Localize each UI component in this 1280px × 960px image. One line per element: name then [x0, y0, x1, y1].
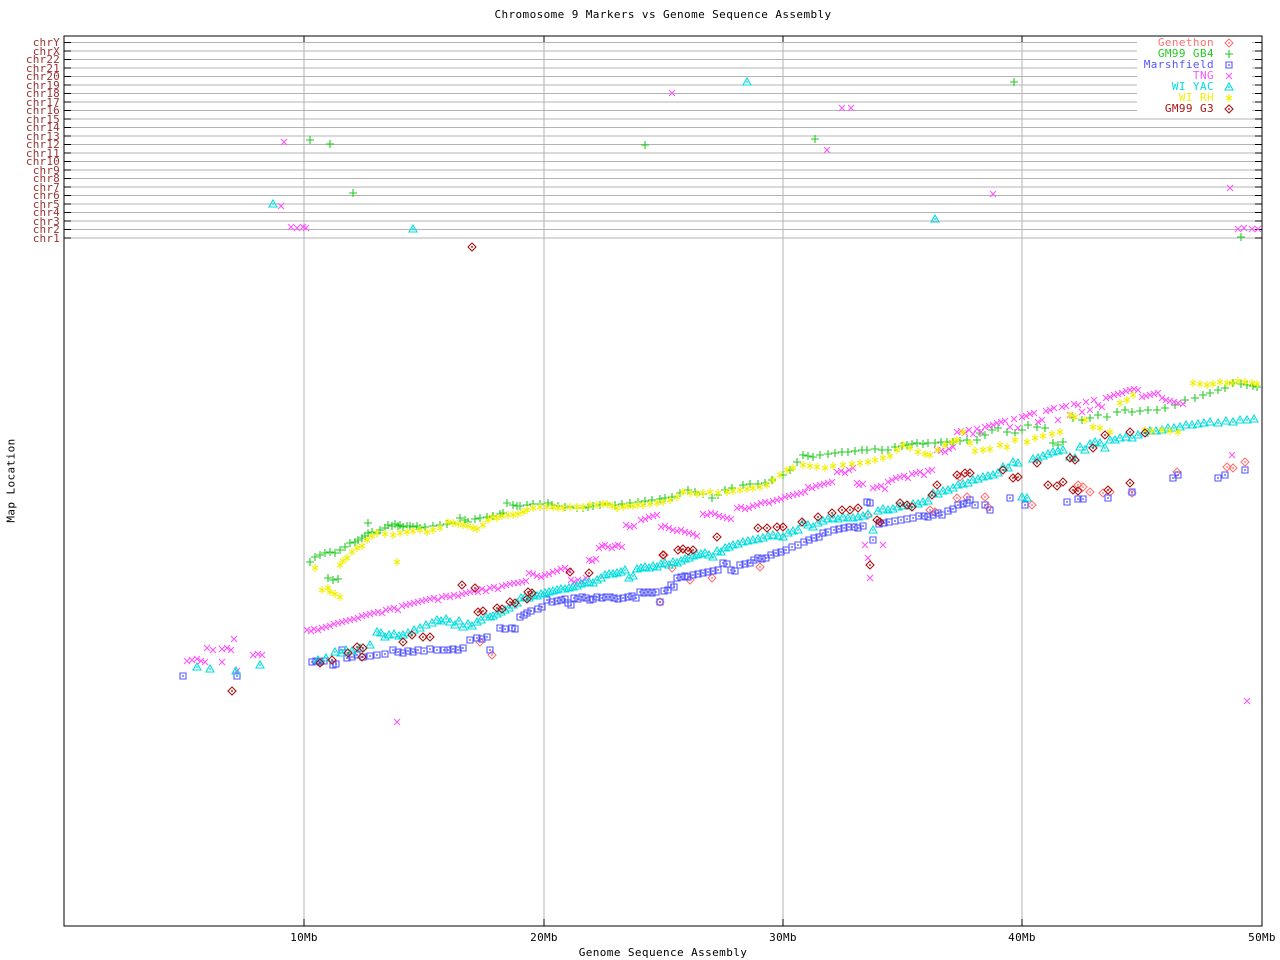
ytick-label-chr1: chr1 [0, 234, 60, 243]
series-Genethon [476, 458, 1249, 659]
xtick-label-50Mb: 50Mb [1232, 931, 1280, 944]
legend-label: GM99 G3 [1165, 102, 1214, 115]
xtick-label-20Mb: 20Mb [514, 931, 574, 944]
chart-canvas: Chromosome 9 Markers vs Genome Sequence … [0, 0, 1280, 960]
plot-area [0, 0, 1280, 960]
series-WI-RH [312, 377, 1260, 601]
legend: GenethonGM99 GB4MarshfieldTNGWI YACWI RH… [1144, 37, 1244, 114]
series-WI-YAC [193, 78, 1258, 674]
xtick-label-40Mb: 40Mb [992, 931, 1052, 944]
legend-row-GM99-G3: GM99 G3 [1144, 103, 1244, 114]
legend-diamond-dot-icon [1214, 103, 1244, 115]
series-Marshfield [180, 467, 1248, 679]
xtick-label-10Mb: 10Mb [274, 931, 334, 944]
xtick-label-30Mb: 30Mb [753, 931, 813, 944]
series-TNG [184, 90, 1261, 725]
x-axis-label: Genome Sequence Assembly [64, 946, 1262, 959]
